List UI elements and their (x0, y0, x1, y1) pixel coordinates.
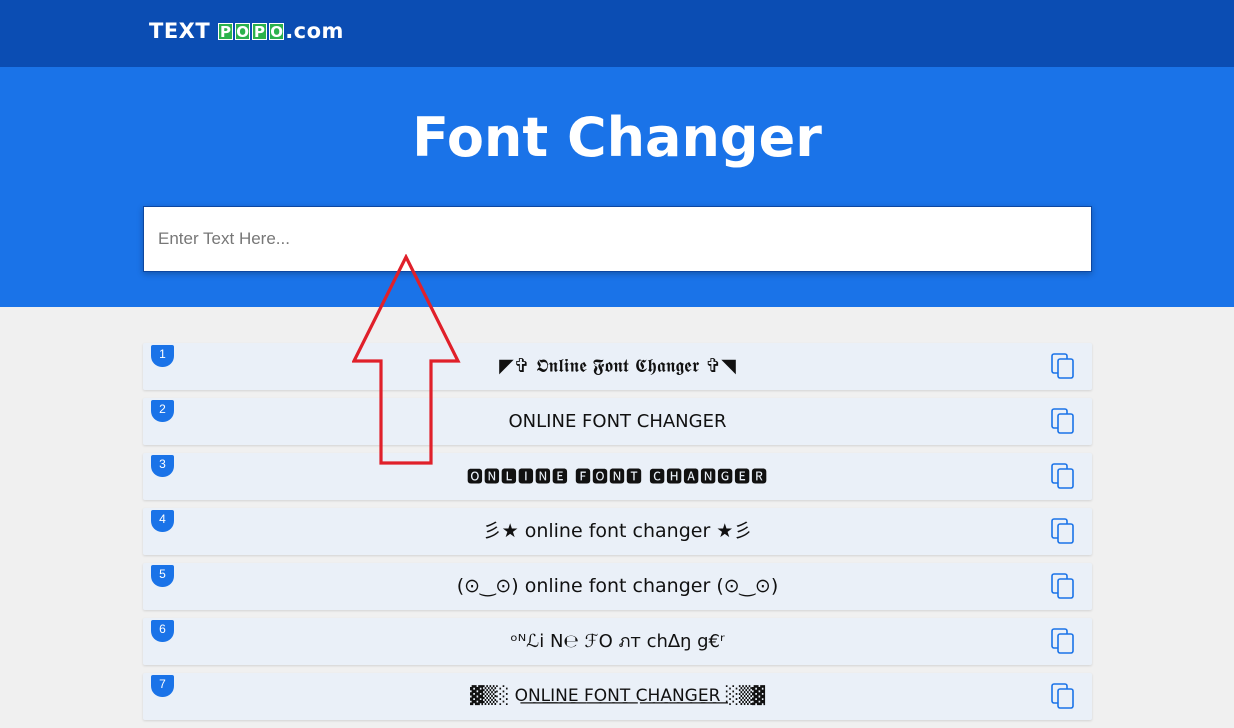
copy-icon[interactable] (1050, 407, 1076, 435)
copy-icon[interactable] (1050, 682, 1076, 710)
logo-box-1: P (218, 22, 234, 41)
site-logo[interactable]: TEXT P O P O .com (149, 19, 344, 43)
copy-icon[interactable] (1050, 517, 1076, 545)
result-row[interactable]: 3 🅾🅽🅻🅸🅽🅴 🅵🅾🅽🆃 🅲🅷🅰🅽🅶🅴🆁 (143, 453, 1092, 500)
top-navbar: TEXT P O P O .com (0, 0, 1234, 67)
logo-box-2: O (235, 22, 251, 41)
logo-box-4: O (269, 22, 285, 41)
copy-icon[interactable] (1050, 352, 1076, 380)
styled-text[interactable]: ◤✞ 𝕺𝖓𝖑𝖎𝖓𝖊 𝕱𝖔𝖓𝖙 𝕮𝖍𝖆𝖓𝖌𝖊𝖗 ✞◥ (143, 343, 1092, 390)
result-row[interactable]: 2 ONLINE FONT CHANGER (143, 398, 1092, 445)
logo-text-suffix: .com (285, 19, 344, 43)
result-row[interactable]: 4 彡★ online font changer ★彡 (143, 508, 1092, 555)
styled-text[interactable]: (⊙‿⊙) online font changer (⊙‿⊙) (143, 563, 1092, 610)
logo-box-3: P (252, 22, 268, 41)
result-row[interactable]: 6 ᵒᴺℒі N℮ ℱO ภт ch∆ŋ g€ʳ (143, 618, 1092, 665)
page-title: Font Changer (412, 106, 822, 169)
copy-icon[interactable] (1050, 462, 1076, 490)
styled-text[interactable]: 彡★ online font changer ★彡 (143, 508, 1092, 555)
copy-icon[interactable] (1050, 572, 1076, 600)
styled-text[interactable]: ᵒᴺℒі N℮ ℱO ภт ch∆ŋ g€ʳ (143, 618, 1092, 665)
styled-text[interactable]: ONLINE FONT CHANGER (143, 398, 1092, 445)
result-row[interactable]: 5 (⊙‿⊙) online font changer (⊙‿⊙) (143, 563, 1092, 610)
logo-text-prefix: TEXT (149, 19, 211, 43)
copy-icon[interactable] (1050, 627, 1076, 655)
text-input[interactable] (143, 206, 1092, 272)
result-row[interactable]: 7 ▓▒░ O͟N͟L͟I͟N͟E͟ F͟O͟N͟T͟ C͟H͟A͟N͟G͟E͟… (143, 673, 1092, 720)
styled-text[interactable]: 🅾🅽🅻🅸🅽🅴 🅵🅾🅽🆃 🅲🅷🅰🅽🅶🅴🆁 (143, 453, 1092, 500)
result-row[interactable]: 1 ◤✞ 𝕺𝖓𝖑𝖎𝖓𝖊 𝕱𝖔𝖓𝖙 𝕮𝖍𝖆𝖓𝖌𝖊𝖗 ✞◥ (143, 343, 1092, 390)
results-list: 1 ◤✞ 𝕺𝖓𝖑𝖎𝖓𝖊 𝕱𝖔𝖓𝖙 𝕮𝖍𝖆𝖓𝖌𝖊𝖗 ✞◥ 2 ONLINE FON… (143, 343, 1092, 728)
styled-text[interactable]: ▓▒░ O͟N͟L͟I͟N͟E͟ F͟O͟N͟T͟ C͟H͟A͟N͟G͟E͟R͟… (143, 673, 1092, 720)
